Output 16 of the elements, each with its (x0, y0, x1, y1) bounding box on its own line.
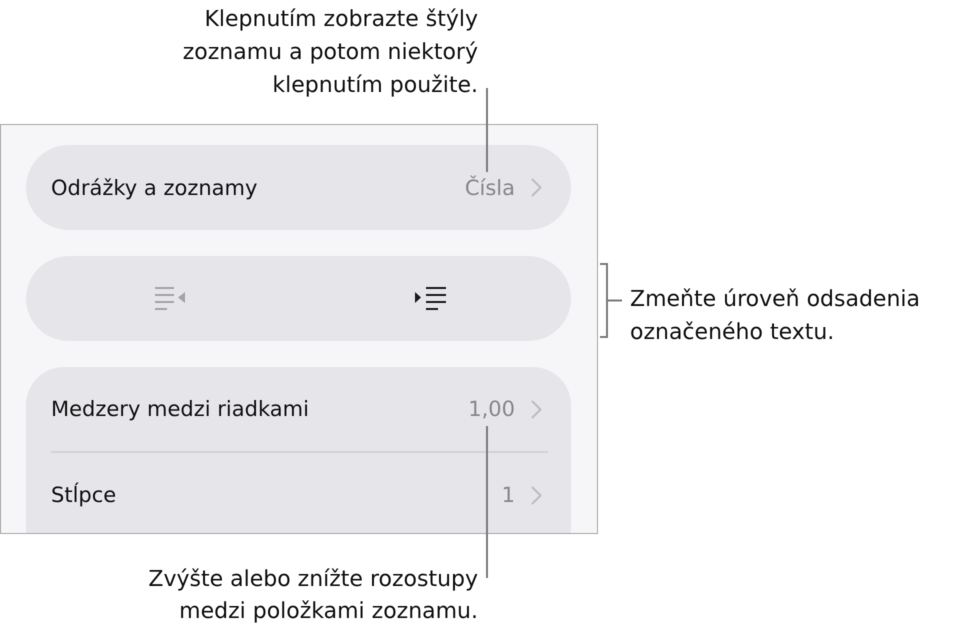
row-value: Čísla (464, 176, 515, 200)
row-label: Medzery medzi riadkami (51, 397, 309, 421)
chevron-icon (531, 178, 542, 197)
settings-row[interactable]: Medzery medzi riadkami 1,00 (26, 367, 571, 451)
settings-row[interactable]: Odrážky a zoznamy Čísla (26, 145, 571, 230)
settings-row[interactable]: Stĺpce 1 (26, 453, 571, 533)
increase-indent-icon[interactable] (414, 286, 448, 312)
callout-text: Zvýšte alebo znížte rozostupy medzi položkami zoznamu. (148, 566, 478, 626)
row-label: Odrážky a zoznamy (51, 176, 258, 200)
callout-text: Klepnutím zobrazte štýly zoznamu a potom niektorý klepnutím použite. (182, 6, 478, 100)
row-value: 1,00 (468, 397, 515, 421)
chevron-icon (531, 400, 542, 418)
chevron-icon (531, 486, 542, 504)
row-label: Stĺpce (51, 483, 116, 507)
callout-text: Zmeňte úroveň odsadenia označeného textu. (630, 286, 920, 347)
row-value: 1 (502, 483, 515, 507)
